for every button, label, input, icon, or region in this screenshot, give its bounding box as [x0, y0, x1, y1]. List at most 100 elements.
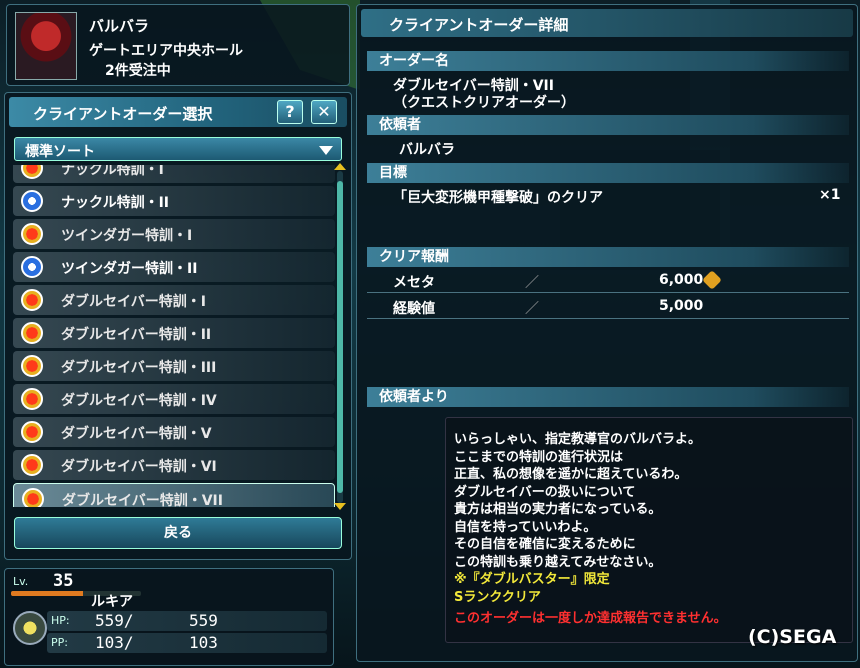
- order-list-item[interactable]: ダブルセイバー特訓・III: [13, 351, 335, 381]
- scrollbar-thumb[interactable]: [337, 181, 343, 493]
- order-detail-title: クライアントオーダー詳細: [389, 16, 569, 34]
- message-line: 自信を持っていいわよ。: [454, 519, 597, 535]
- book-icon: [21, 256, 43, 278]
- reward-row-exp: 経験値 ／ 5,000: [367, 295, 849, 319]
- reward-value: 5,000: [659, 298, 704, 314]
- order-list-item[interactable]: ダブルセイバー特訓・I: [13, 285, 335, 315]
- player-status-panel: Lv. 35 ルキア HP: 559/ 559 PP: 103/ 103: [4, 568, 334, 666]
- order-list-item-label: ナックル特訓・I: [61, 165, 164, 178]
- chevron-down-icon: [319, 146, 333, 155]
- crown-icon: [22, 488, 44, 507]
- hp-label: HP:: [51, 614, 70, 627]
- pp-label: PP:: [51, 636, 68, 649]
- order-detail-panel: クライアントオーダー詳細 オーダー名 ダブルセイバー特訓・VII （クエストクリ…: [356, 4, 858, 662]
- crown-icon: [21, 322, 43, 344]
- message-line: ※『ダブルバスター』限定: [454, 572, 610, 587]
- target-heading: 目標: [367, 163, 849, 183]
- pp-row: PP: 103/ 103: [47, 633, 327, 653]
- order-list-item[interactable]: ダブルセイバー特訓・VII: [13, 483, 335, 507]
- hp-row: HP: 559/ 559: [47, 611, 327, 631]
- reward-heading: クリア報酬: [367, 247, 849, 267]
- scroll-up-arrow-icon[interactable]: [334, 163, 346, 170]
- meseta-icon: [702, 270, 722, 290]
- npc-info-panel: バルバラ ゲートエリア中央ホール 2件受注中: [6, 4, 350, 86]
- order-list-item-label: ダブルセイバー特訓・VII: [62, 493, 223, 507]
- crown-icon: [21, 223, 43, 245]
- message-line: このオーダーは一度しか達成報告できません。: [454, 611, 727, 626]
- exp-bar-fill: [11, 591, 83, 596]
- reward-name: メセタ: [393, 275, 435, 291]
- order-select-title: クライアントオーダー選択: [33, 105, 213, 123]
- level-value: 35: [53, 571, 74, 591]
- order-list-item[interactable]: ダブルセイバー特訓・IV: [13, 384, 335, 414]
- order-list-item-label: ダブルセイバー特訓・I: [61, 294, 206, 310]
- book-icon: [21, 190, 43, 212]
- order-list-item-label: ダブルセイバー特訓・II: [61, 327, 212, 343]
- level-label: Lv.: [13, 575, 29, 588]
- order-list-item-label: ツインダガー特訓・I: [61, 228, 193, 244]
- player-name: ルキア: [91, 594, 133, 610]
- message-line: ダブルセイバーの扱いについて: [454, 484, 636, 500]
- order-select-header: クライアントオーダー選択 ? ✕: [9, 97, 347, 127]
- crown-icon: [21, 355, 43, 377]
- message-line: Sランククリア: [454, 589, 541, 605]
- order-list-item[interactable]: ダブルセイバー特訓・VI: [13, 450, 335, 480]
- sort-dropdown[interactable]: 標準ソート: [14, 137, 342, 161]
- order-list-item-label: ダブルセイバー特訓・III: [61, 360, 217, 376]
- order-list-item-label: ナックル特訓・II: [61, 195, 169, 211]
- scroll-down-arrow-icon[interactable]: [334, 503, 346, 510]
- client-name: バルバラ: [399, 142, 455, 158]
- order-list-item[interactable]: ナックル特訓・II: [13, 186, 335, 216]
- order-list-item-label: ダブルセイバー特訓・IV: [61, 393, 217, 409]
- reward-separator: ／: [525, 301, 539, 317]
- message-line: ここまでの特訓の進行状況は: [454, 449, 624, 465]
- message-line: この特訓も乗り越えてみせなさい。: [454, 554, 662, 570]
- reward-value: 6,000: [659, 272, 704, 288]
- message-heading: 依頼者より: [367, 387, 849, 407]
- npc-portrait: [15, 12, 77, 80]
- client-heading: 依頼者: [367, 115, 849, 135]
- help-button[interactable]: ?: [277, 100, 303, 124]
- order-list-item[interactable]: ナックル特訓・I: [13, 165, 335, 183]
- close-button[interactable]: ✕: [311, 100, 337, 124]
- crown-icon: [21, 289, 43, 311]
- crown-icon: [21, 388, 43, 410]
- reward-row-meseta: メセタ ／ 6,000: [367, 269, 849, 293]
- order-list-item[interactable]: ダブルセイバー特訓・V: [13, 417, 335, 447]
- order-list-item[interactable]: ツインダガー特訓・I: [13, 219, 335, 249]
- photon-orb-icon: [13, 611, 47, 645]
- order-detail-header: クライアントオーダー詳細: [361, 9, 853, 37]
- npc-name: バルバラ: [89, 17, 150, 35]
- npc-location: ゲートエリア中央ホール: [89, 43, 243, 59]
- message-line: その自信を確信に変えるために: [454, 537, 636, 552]
- message-line: いらっしゃい、指定教導官のバルバラよ。: [454, 432, 702, 447]
- message-line: 正直、私の想像を遥かに超えているわ。: [454, 467, 688, 482]
- order-name-heading: オーダー名: [367, 51, 849, 71]
- order-list-item[interactable]: ツインダガー特訓・II: [13, 252, 335, 282]
- reward-separator: ／: [525, 275, 539, 291]
- crown-icon: [21, 454, 43, 476]
- crown-icon: [21, 165, 43, 179]
- pp-current: 103/: [95, 633, 134, 652]
- pp-max: 103: [189, 633, 218, 652]
- hp-max: 559: [189, 611, 218, 630]
- sort-dropdown-label: 標準ソート: [25, 144, 95, 160]
- order-select-panel: クライアントオーダー選択 ? ✕ 標準ソート ナックル特訓・I ナックル特訓・II…: [4, 92, 352, 560]
- order-list-item-label: ダブルセイバー特訓・VI: [61, 459, 217, 475]
- message-line: 貴方は相当の実力者になっている。: [454, 502, 662, 517]
- order-list: ナックル特訓・I ナックル特訓・II ツインダガー特訓・I ツインダガー特訓・II ダブ…: [13, 165, 335, 507]
- copyright-text: (C)SEGA: [748, 626, 837, 648]
- hp-current: 559/: [95, 611, 134, 630]
- order-list-scrollbar[interactable]: [337, 171, 343, 503]
- client-message-box: いらっしゃい、指定教導官のバルバラよ。 ここまでの特訓の進行状況は正直、私の想像を…: [445, 417, 853, 643]
- order-type: （クエストクリアオーダー）: [393, 95, 575, 111]
- order-list-item[interactable]: ダブルセイバー特訓・II: [13, 318, 335, 348]
- back-button[interactable]: 戻る: [14, 517, 342, 549]
- order-list-item-label: ダブルセイバー特訓・V: [61, 426, 212, 442]
- order-list-item-label: ツインダガー特訓・II: [61, 261, 198, 277]
- order-count: 2件受注中: [105, 63, 171, 79]
- reward-name: 経験値: [393, 301, 435, 317]
- target-text: 「巨大変形機甲種撃破」のクリア: [393, 190, 603, 206]
- crown-icon: [21, 421, 43, 443]
- target-count: ×1: [819, 187, 841, 203]
